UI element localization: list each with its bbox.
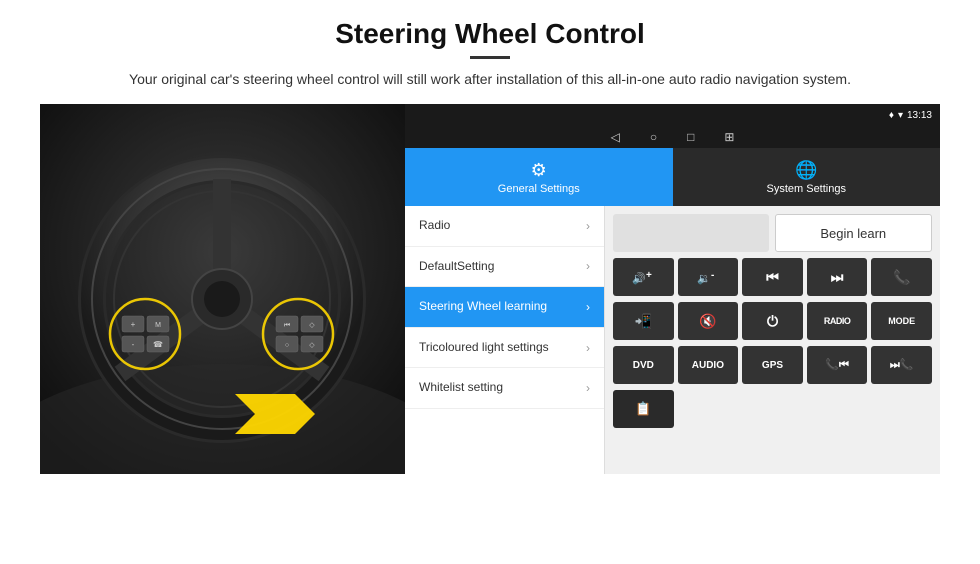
svg-text:-: - [132,340,135,349]
tab-system-settings[interactable]: 🌐 System Settings [673,148,941,206]
menu-item-steering-wheel[interactable]: Steering Wheel learning › [405,287,604,328]
android-panel: ♦ ▾ 13:13 ◁ ○ □ ⊞ ⚙ General Settings � [405,104,940,474]
controls-panel: Begin learn 🔊+ 🔉- ⏮ ⏭ 📞 [605,206,940,474]
tab-general-settings[interactable]: ⚙ General Settings [405,148,673,206]
svg-text:+: + [646,270,652,281]
begin-learn-button[interactable]: Begin learn [775,214,933,252]
steering-wheel-image: + M - ☎ ⏮ ◇ ○ ◇ [40,104,405,474]
tel-prev-button[interactable]: 📞⏮ [807,346,868,384]
system-settings-icon: 🌐 [795,160,817,181]
subtitle: Your original car's steering wheel contr… [40,69,940,90]
settings-content: Radio › DefaultSetting › Steering Wheel … [405,206,940,474]
vol-down-button[interactable]: 🔉- [678,258,739,296]
svg-text:🔉: 🔉 [697,273,711,285]
audio-button[interactable]: AUDIO [678,346,739,384]
svg-text:⏮: ⏮ [284,322,290,329]
menu-item-steering-label: Steering Wheel learning [419,299,586,315]
vol-up-button[interactable]: 🔊+ [613,258,674,296]
svg-text:-: - [711,270,714,281]
apps-nav-icon[interactable]: ⊞ [724,130,734,144]
chevron-icon-steering: › [586,300,590,314]
prev-track-button[interactable]: ⏮ [742,258,803,296]
general-settings-icon: ⚙ [531,160,547,181]
title-divider [470,56,510,59]
chevron-icon-tricoloured: › [586,341,590,355]
menu-list: Radio › DefaultSetting › Steering Wheel … [405,206,605,474]
home-nav-icon[interactable]: ○ [650,130,657,144]
svg-text:○: ○ [285,342,289,349]
svg-text:M: M [155,322,161,329]
svg-text:+: + [131,320,136,329]
content-row: + M - ☎ ⏮ ◇ ○ ◇ [40,104,940,474]
chevron-icon-default: › [586,259,590,273]
steering-wheel-svg: + M - ☎ ⏮ ◇ ○ ◇ [40,104,405,474]
wifi-icon: ▾ [898,110,903,121]
power-button[interactable]: ⏻ [742,302,803,340]
mode-button[interactable]: MODE [871,302,932,340]
next-track-button[interactable]: ⏭ [807,258,868,296]
svg-text:◇: ◇ [309,322,315,329]
mute-button[interactable]: 🔇 [678,302,739,340]
call-button[interactable]: 📲 [613,302,674,340]
system-settings-label: System Settings [767,183,846,195]
controls-row-1: 🔊+ 🔉- ⏮ ⏭ 📞 [613,258,932,296]
radio-button[interactable]: RADIO [807,302,868,340]
menu-item-default-setting[interactable]: DefaultSetting › [405,247,604,288]
menu-item-radio[interactable]: Radio › [405,206,604,247]
svg-text:◇: ◇ [309,342,315,349]
back-nav-icon[interactable]: ◁ [611,130,620,144]
status-icons: ♦ ▾ 13:13 [889,110,932,121]
page-container: Steering Wheel Control Your original car… [0,0,980,484]
controls-row-4: 📋 [613,390,932,428]
menu-item-tricoloured-label: Tricoloured light settings [419,340,586,356]
time-display: 13:13 [907,110,932,121]
chevron-icon-radio: › [586,219,590,233]
menu-item-radio-label: Radio [419,218,586,234]
svg-text:☎: ☎ [153,340,163,349]
menu-item-tricoloured[interactable]: Tricoloured light settings › [405,328,604,369]
general-settings-label: General Settings [498,183,580,195]
top-row: Begin learn [613,214,932,252]
controls-row-2: 📲 🔇 ⏻ RADIO MODE [613,302,932,340]
phone-button[interactable]: 📞 [871,258,932,296]
image-panel: + M - ☎ ⏮ ◇ ○ ◇ [40,104,405,474]
recents-nav-icon[interactable]: □ [687,130,694,144]
title-section: Steering Wheel Control Your original car… [40,18,940,90]
tel-next-button[interactable]: ⏭📞 [871,346,932,384]
menu-item-whitelist-label: Whitelist setting [419,380,586,396]
settings-tabs: ⚙ General Settings 🌐 System Settings [405,148,940,206]
svg-text:🔊: 🔊 [632,271,646,285]
empty-learn-box [613,214,769,252]
menu-item-whitelist[interactable]: Whitelist setting › [405,368,604,409]
menu-item-default-label: DefaultSetting [419,259,586,275]
dvd-button[interactable]: DVD [613,346,674,384]
chevron-icon-whitelist: › [586,381,590,395]
status-bar: ♦ ▾ 13:13 [405,104,940,126]
page-title: Steering Wheel Control [40,18,940,50]
location-icon: ♦ [889,110,894,121]
controls-row-3: DVD AUDIO GPS 📞⏮ ⏭📞 [613,346,932,384]
media-icon-button[interactable]: 📋 [613,390,674,428]
gps-button[interactable]: GPS [742,346,803,384]
nav-bar: ◁ ○ □ ⊞ [405,126,940,148]
